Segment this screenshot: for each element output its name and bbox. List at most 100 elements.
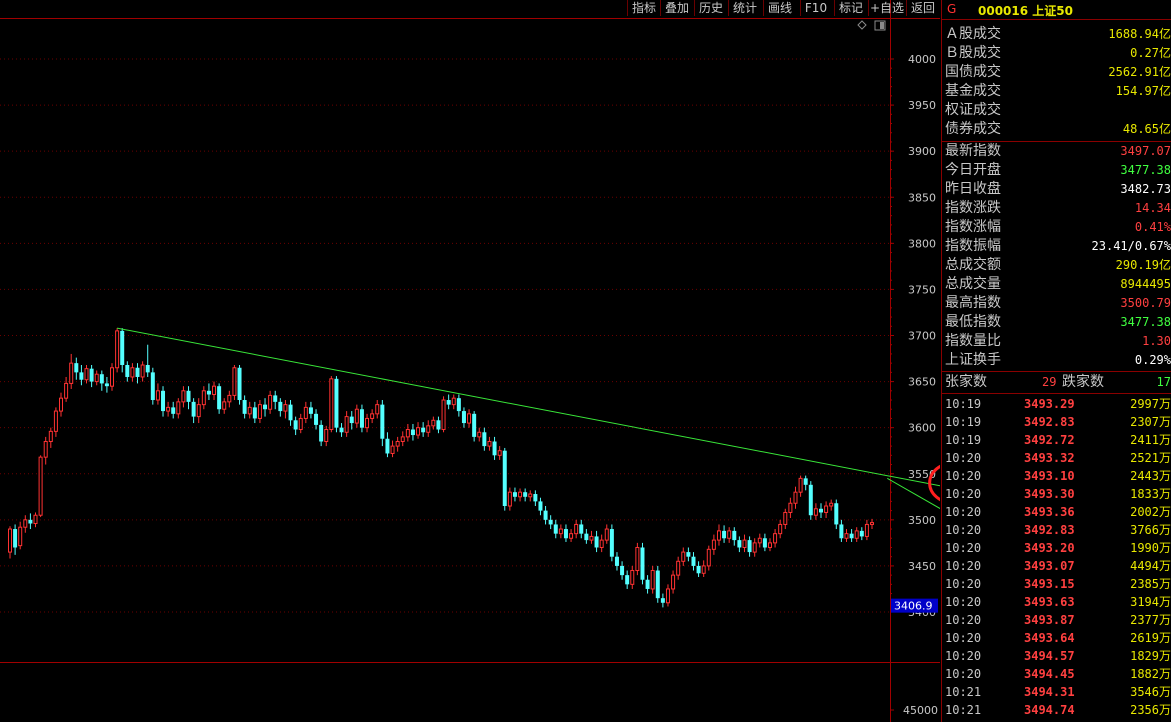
tick-volume: 1882万: [1130, 667, 1171, 681]
candle-body-up: [329, 378, 334, 431]
candle-body-up: [130, 367, 135, 378]
candle-body-up: [589, 535, 594, 541]
y-tick-label: 3700: [908, 330, 936, 343]
candle-body-down: [314, 413, 319, 425]
tick-row[interactable]: 10:20 3494.45 1882万: [942, 665, 1171, 683]
tick-row[interactable]: 10:19 3492.83 2307万: [942, 413, 1171, 431]
stat-value: 3497.07: [1120, 144, 1171, 158]
stat-value: 154.97亿: [1115, 84, 1171, 98]
candle-body-down: [523, 492, 528, 497]
tick-volume: 2377万: [1130, 613, 1171, 627]
tick-time: 10:20: [945, 577, 982, 591]
tick-row[interactable]: 10:20 3493.64 2619万: [942, 629, 1171, 647]
candle-body-up: [854, 530, 859, 539]
current-price-label: 3406.9: [894, 600, 933, 613]
mark-button[interactable]: 标记: [834, 0, 867, 16]
candle-body-up: [727, 530, 732, 539]
stat-value: 3500.79: [1120, 296, 1171, 310]
stat-row: 权证成交: [942, 101, 1171, 120]
quote-panel: G 000016 上证50 Ａ股成交 1688.94亿 Ｂ股成交 0.27亿 国债成交 2…: [941, 0, 1171, 722]
candle-body-up: [48, 430, 53, 442]
stat-row: 最新指数 3497.07: [942, 142, 1171, 161]
candle-body-down: [834, 503, 839, 525]
candle-body-up: [665, 588, 670, 604]
candle-body-down: [584, 533, 589, 541]
tick-volume: 2307万: [1130, 415, 1171, 429]
tick-row[interactable]: 10:20 3493.87 2377万: [942, 611, 1171, 629]
candle-body-up: [788, 502, 793, 513]
stat-label: 最新指数: [945, 143, 1001, 159]
candle-body-up: [604, 528, 609, 541]
tick-price: 3493.30: [1024, 487, 1075, 501]
tick-row[interactable]: 10:20 3492.83 3766万: [942, 521, 1171, 539]
candle-body-up: [365, 417, 370, 429]
candle-body-down: [446, 400, 451, 405]
candle-body-down: [339, 427, 344, 433]
index-code-name[interactable]: 000016 上证50: [978, 2, 1073, 19]
candle-body-down: [691, 556, 696, 566]
f10-button[interactable]: F10: [800, 0, 831, 16]
candle-body-down: [319, 424, 324, 442]
tick-row[interactable]: 10:21 3494.74 2356万: [942, 701, 1171, 719]
candle-body-down: [385, 438, 390, 454]
tick-time: 10:20: [945, 631, 982, 645]
stat-row: 基金成交 154.97亿: [942, 82, 1171, 101]
candle-body-up: [18, 526, 23, 547]
history-button[interactable]: 历史: [694, 0, 727, 16]
tick-row[interactable]: 10:20 3493.07 4494万: [942, 557, 1171, 575]
candle-body-up: [773, 533, 778, 544]
tick-row[interactable]: 10:19 3492.72 2411万: [942, 431, 1171, 449]
tick-row[interactable]: 10:20 3493.10 2443万: [942, 467, 1171, 485]
candle-body-down: [808, 484, 813, 516]
tick-row[interactable]: 10:21 3494.31 3546万: [942, 683, 1171, 701]
stat-row: 总成交量 8944495: [942, 275, 1171, 294]
kline-chart-area[interactable]: 4000 3950 3900 3850 3800 3750 3700 3650 3600 3550…: [0, 0, 940, 722]
overlay-button[interactable]: 叠加: [660, 0, 693, 16]
panel-divider: [942, 393, 1171, 394]
stat-label: 国债成交: [945, 64, 1001, 80]
add-favorite-button[interactable]: +自选: [868, 0, 905, 16]
candle-body-down: [150, 372, 155, 401]
breadth-row: 张家数 29 跌家数 17: [942, 373, 1171, 392]
tick-row[interactable]: 10:20 3493.32 2521万: [942, 449, 1171, 467]
tick-row[interactable]: 10:20 3493.20 1990万: [942, 539, 1171, 557]
statistics-button[interactable]: 统计: [728, 0, 761, 16]
tick-time: 10:20: [945, 613, 982, 627]
tick-row[interactable]: 10:20 3494.57 1829万: [942, 647, 1171, 665]
tick-price: 3493.36: [1024, 505, 1075, 519]
candle-body-down: [762, 538, 767, 548]
draw-line-button[interactable]: 画线: [763, 0, 796, 16]
y-tick-label: 3900: [908, 145, 936, 158]
candle-body-up: [813, 508, 818, 516]
tick-row[interactable]: 10:20 3493.15 2385万: [942, 575, 1171, 593]
candle-body-down: [273, 395, 278, 402]
stat-value: 290.19亿: [1115, 258, 1171, 272]
tick-row[interactable]: 10:20 3493.63 3194万: [942, 593, 1171, 611]
candle-body-up: [778, 523, 783, 535]
candle-body-down: [737, 540, 742, 548]
candle-body-up: [390, 445, 395, 454]
candle-body-down: [104, 383, 109, 387]
candle-body-down: [135, 367, 140, 377]
tick-row[interactable]: 10:20 3493.36 2002万: [942, 503, 1171, 521]
candle-body-down: [849, 533, 854, 539]
candle-body-up: [344, 416, 349, 433]
kline-chart[interactable]: 4000395039003850380037503700365036003550…: [0, 0, 940, 722]
tick-time: 10:19: [945, 397, 982, 411]
candle-body-down: [543, 510, 548, 520]
candle-body-down: [191, 401, 196, 417]
candle-body-up: [701, 565, 706, 574]
candle-body-up: [155, 390, 160, 401]
tick-volume: 3766万: [1130, 523, 1171, 537]
candle-body-up: [23, 519, 28, 528]
indicator-button[interactable]: 指标: [627, 0, 660, 16]
back-button[interactable]: 返回: [906, 0, 939, 16]
tick-volume: 2356万: [1130, 703, 1171, 717]
tick-row[interactable]: 10:20 3493.30 1833万: [942, 485, 1171, 503]
stat-label: 上证换手: [945, 352, 1001, 368]
candle-body-up: [212, 385, 217, 395]
tick-volume: 1829万: [1130, 649, 1171, 663]
candle-body-up: [467, 413, 472, 424]
tick-row[interactable]: 10:19 3493.29 2997万: [942, 395, 1171, 413]
stat-label: 指数涨幅: [945, 219, 1001, 235]
